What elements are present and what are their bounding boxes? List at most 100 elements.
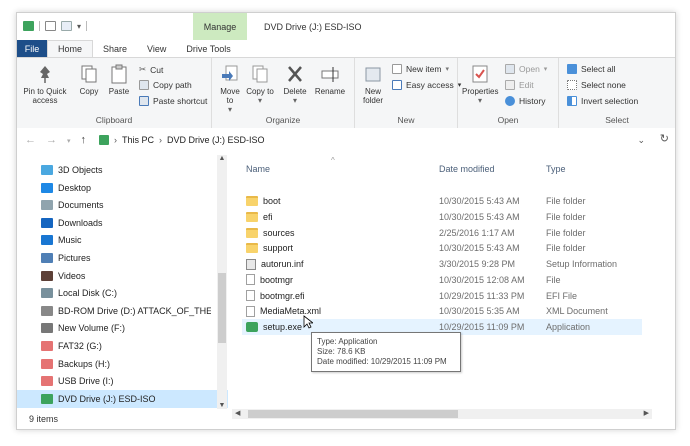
file-row[interactable]: bootmgr 10/30/2015 12:08 AM File: [242, 272, 642, 288]
new-folder-label: New folder: [362, 87, 383, 105]
move-to-label: Move to: [220, 87, 240, 105]
properties-check-icon[interactable]: [45, 21, 56, 31]
delete-button[interactable]: Delete ▾: [280, 64, 310, 105]
nav-item[interactable]: FAT32 (G:): [41, 337, 211, 355]
column-header-type[interactable]: Type: [546, 164, 566, 174]
refresh-icon[interactable]: ↻: [660, 132, 669, 145]
file-list-hscrollbar[interactable]: ◀ ▶: [232, 409, 652, 419]
paste-shortcut-button[interactable]: Paste shortcut: [139, 96, 207, 106]
ribbon-tabs: File Home Share View Drive Tools: [17, 40, 675, 57]
nav-item[interactable]: USB Drive (I:): [41, 372, 211, 390]
pin-quick-access-button[interactable]: Pin to Quick access: [21, 64, 69, 105]
easy-access-button[interactable]: Easy access ▾: [392, 80, 461, 90]
file-row[interactable]: bootmgr.efi 10/29/2015 11:33 PM EFI File: [242, 288, 642, 304]
move-to-icon: [222, 65, 238, 81]
history-button[interactable]: History: [505, 96, 545, 106]
copy-button[interactable]: Copy: [75, 64, 103, 96]
folder-icon: [246, 211, 258, 222]
file-row[interactable]: support 10/30/2015 5:43 AM File folder: [242, 240, 642, 256]
up-arrow-icon[interactable]: ↑: [81, 134, 87, 146]
nav-item-icon: [41, 323, 53, 334]
nav-item[interactable]: Desktop: [41, 179, 211, 197]
customize-qa-dropdown-icon[interactable]: ▾: [77, 22, 81, 31]
scrollbar-thumb[interactable]: [248, 410, 458, 418]
copy-to-button[interactable]: Copy to ▾: [246, 64, 274, 105]
nav-item[interactable]: Videos: [41, 267, 211, 285]
tab-view[interactable]: View: [137, 40, 176, 57]
properties-label: Properties: [462, 87, 499, 96]
scrollbar-thumb[interactable]: [218, 273, 226, 343]
nav-item[interactable]: 3D Objects: [41, 161, 211, 179]
select-all-button[interactable]: Select all: [567, 64, 616, 74]
nav-pane-scrollbar[interactable]: ▲ ▼: [217, 155, 227, 409]
explorer-window: ▾ Manage DVD Drive (J:) ESD-ISO File Hom…: [16, 12, 676, 430]
file-row[interactable]: sources 2/25/2016 1:17 AM File folder: [242, 225, 642, 241]
file-name: efi: [263, 211, 273, 222]
new-item-button[interactable]: New item ▾: [392, 64, 449, 74]
file-name-cell: autorun.inf: [246, 258, 304, 270]
file-type: File folder: [546, 211, 586, 222]
copy-to-label: Copy to: [246, 87, 274, 96]
paste-button[interactable]: Paste: [105, 64, 133, 96]
address-dropdown-chevron-icon[interactable]: ⌄: [637, 135, 645, 146]
clipboard-group: Pin to Quick access Copy Paste ✂ Cut Cop…: [17, 58, 212, 128]
file-row[interactable]: MediaMeta.xml 10/30/2015 5:35 AM XML Docum…: [242, 303, 642, 319]
breadcrumb-dvd-drive[interactable]: DVD Drive (J:) ESD-ISO: [167, 135, 265, 145]
nav-item-label: Pictures: [58, 253, 91, 263]
file-type: EFI File: [546, 290, 578, 301]
file-type: XML Document: [546, 306, 608, 317]
nav-item[interactable]: BD-ROM Drive (D:) ATTACK_OF_THE_CLC: [41, 302, 211, 320]
new-folder-button[interactable]: New folder: [359, 64, 387, 105]
tab-file[interactable]: File: [17, 40, 47, 57]
nav-item[interactable]: Music: [41, 231, 211, 249]
edit-button[interactable]: Edit: [505, 80, 534, 90]
new-group: New folder New item ▾ Easy access ▾ New: [355, 58, 461, 128]
tab-drive-tools[interactable]: Drive Tools: [176, 40, 240, 57]
file-row[interactable]: efi 10/30/2015 5:43 AM File folder: [242, 209, 642, 225]
invert-selection-button[interactable]: Invert selection: [567, 96, 638, 106]
nav-item[interactable]: DVD Drive (J:) ESD-ISO: [17, 389, 228, 408]
file-name: autorun.inf: [261, 259, 304, 269]
breadcrumb-this-pc[interactable]: This PC: [122, 135, 154, 145]
nav-item[interactable]: Documents: [41, 196, 211, 214]
invert-selection-label: Invert selection: [581, 96, 639, 106]
column-header-name[interactable]: Name: [246, 164, 270, 174]
address-bar[interactable]: › This PC › DVD Drive (J:) ESD-ISO: [99, 131, 651, 149]
scroll-down-icon[interactable]: ▼: [217, 402, 227, 409]
rename-button[interactable]: Rename: [312, 64, 348, 96]
nav-item[interactable]: Local Disk (C:): [41, 284, 211, 302]
select-all-icon: [567, 64, 577, 74]
column-header-date-modified[interactable]: Date modified: [439, 164, 495, 174]
manage-context-tab[interactable]: Manage: [193, 13, 247, 40]
select-none-button[interactable]: Select none: [567, 80, 626, 90]
scroll-right-icon[interactable]: ▶: [644, 409, 649, 417]
forward-arrow-icon[interactable]: →: [46, 134, 57, 146]
cut-button[interactable]: ✂ Cut: [139, 64, 163, 75]
file-type: File folder: [546, 227, 586, 238]
open-button[interactable]: Open ▾: [505, 64, 547, 74]
recent-locations-chevron-icon[interactable]: ▾: [67, 137, 71, 146]
open-group-label: Open: [497, 115, 519, 125]
new-folder-qa-icon[interactable]: [61, 21, 72, 31]
properties-button[interactable]: Properties ▾: [462, 64, 498, 105]
paste-shortcut-icon: [139, 96, 149, 106]
file-row[interactable]: boot 10/30/2015 5:43 AM File folder: [242, 193, 642, 209]
file-date-modified: 10/30/2015 5:43 AM: [439, 243, 520, 254]
nav-item-icon: [41, 358, 53, 369]
chevron-down-icon: ▾: [543, 66, 548, 73]
file-type: Setup Information: [546, 259, 618, 269]
tab-home[interactable]: Home: [47, 40, 94, 57]
scroll-up-icon[interactable]: ▲: [217, 155, 227, 162]
nav-item[interactable]: Downloads: [41, 214, 211, 232]
file-name-cell: boot: [246, 196, 281, 206]
back-arrow-icon[interactable]: ←: [25, 134, 36, 146]
tab-share[interactable]: Share: [93, 40, 137, 57]
move-to-button[interactable]: Move to ▾: [216, 64, 244, 114]
nav-item[interactable]: Pictures: [41, 249, 211, 267]
nav-item[interactable]: New Volume (F:): [41, 319, 211, 337]
copy-path-button[interactable]: Copy path: [139, 80, 192, 90]
paste-shortcut-label: Paste shortcut: [153, 96, 208, 106]
copy-path-label: Copy path: [153, 80, 192, 90]
nav-item[interactable]: Backups (H:): [41, 355, 211, 373]
file-row[interactable]: autorun.inf 3/30/2015 9:28 PM Setup Inform…: [242, 256, 642, 272]
